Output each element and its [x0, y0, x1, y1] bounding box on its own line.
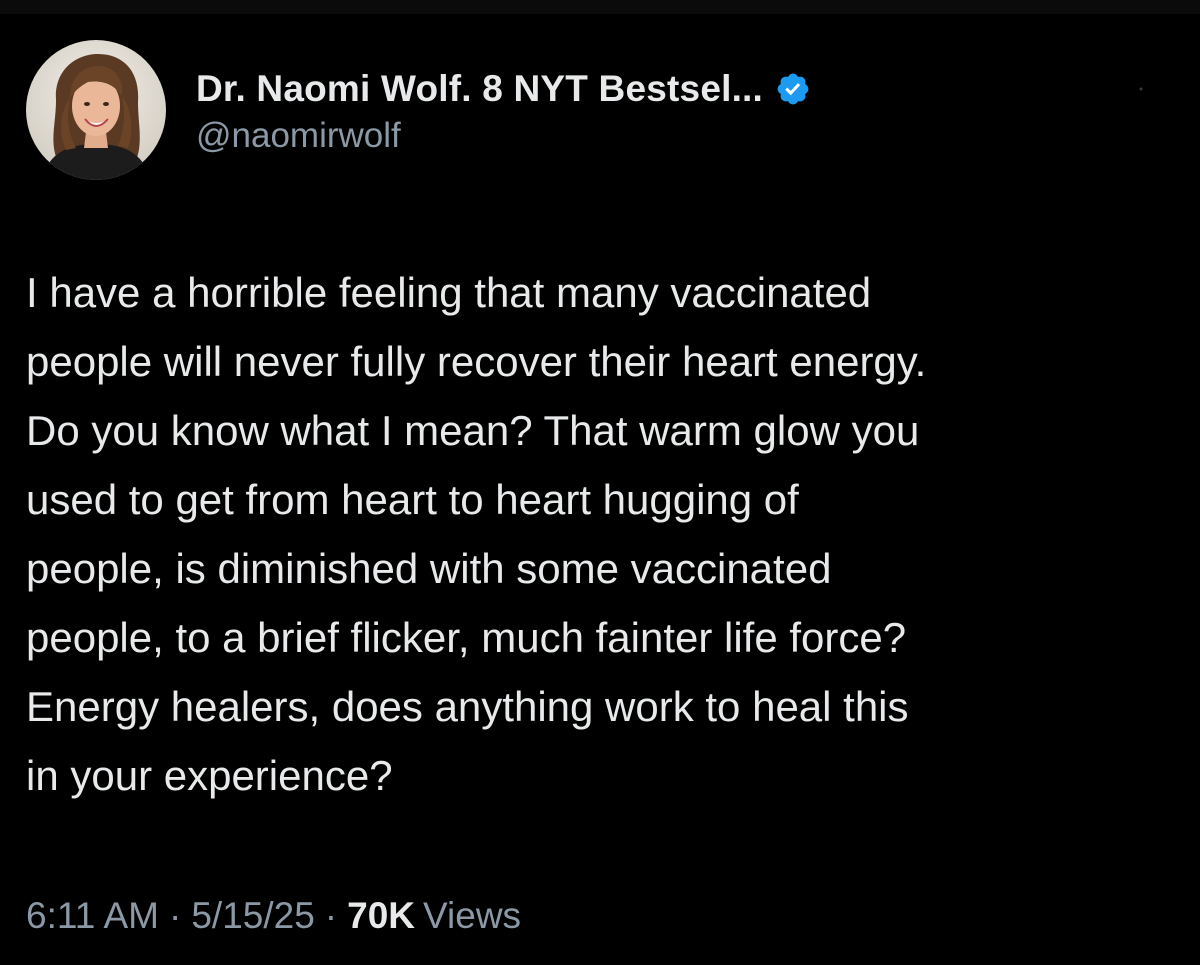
author-identity: Dr. Naomi Wolf. 8 NYT Bestsel... @naomir… [196, 64, 811, 156]
author-handle[interactable]: @naomirwolf [196, 116, 811, 156]
profile-photo-icon [26, 40, 166, 180]
post-header: Dr. Naomi Wolf. 8 NYT Bestsel... @naomir… [26, 40, 811, 180]
more-options-icon[interactable] [1138, 86, 1144, 92]
views-count[interactable]: 70K [347, 895, 415, 937]
post-text: I have a horrible feeling that many vacc… [26, 269, 927, 799]
author-display-name[interactable]: Dr. Naomi Wolf. 8 NYT Bestsel... [196, 68, 763, 110]
meta-separator: · [169, 895, 182, 936]
post-meta: 6:11 AM · 5/15/25 · 70K Views [26, 895, 521, 937]
avatar[interactable] [26, 40, 166, 180]
post-card: Dr. Naomi Wolf. 8 NYT Bestsel... @naomir… [0, 0, 1200, 965]
name-row: Dr. Naomi Wolf. 8 NYT Bestsel... [196, 64, 811, 114]
post-time[interactable]: 6:11 AM [26, 895, 159, 937]
meta-separator: · [324, 895, 338, 936]
views-label[interactable]: Views [423, 895, 521, 937]
verified-badge-icon[interactable] [775, 71, 811, 107]
post-date[interactable]: 5/15/25 [191, 895, 314, 937]
